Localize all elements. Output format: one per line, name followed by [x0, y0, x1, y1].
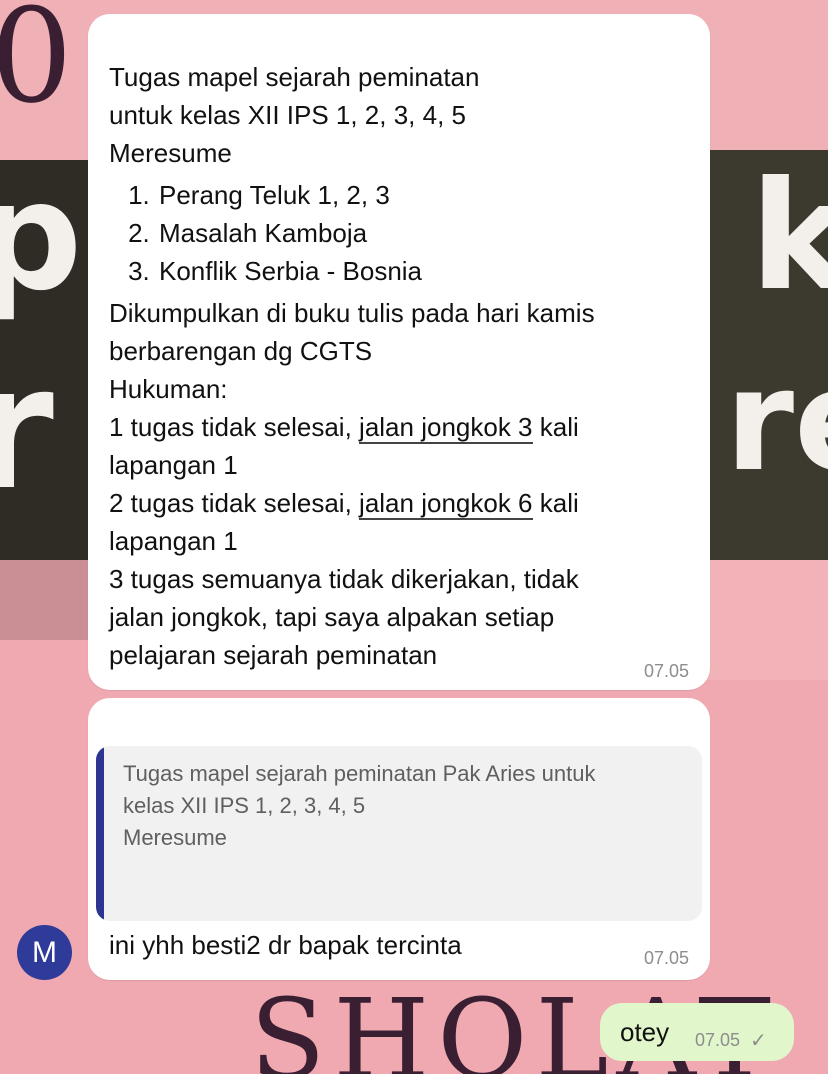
- incoming-message-bubble[interactable]: Tugas mapel sejarah peminatan untuk kela…: [88, 14, 710, 690]
- message-text: ini yhh besti2 dr bapak tercinta: [109, 930, 462, 960]
- wallpaper-paper: [700, 560, 828, 680]
- quote-bar: [96, 746, 104, 921]
- list-item: Perang Teluk 1, 2, 3: [157, 176, 690, 214]
- message-line: 2 tugas tidak selesai, jalan jongkok 6 k…: [109, 484, 690, 522]
- linked-phrase[interactable]: jalan jongkok 3: [359, 412, 533, 444]
- wallpaper-letter: r: [0, 330, 54, 528]
- message-line: untuk kelas XII IPS 1, 2, 3, 4, 5: [109, 100, 466, 130]
- quoted-line: Tugas mapel sejarah peminatan Pak Aries …: [123, 761, 596, 786]
- sender-avatar[interactable]: M: [17, 925, 72, 980]
- message-line: lapangan 1: [109, 450, 238, 480]
- linked-phrase[interactable]: jalan jongkok 6: [359, 488, 533, 520]
- quoted-message[interactable]: Tugas mapel sejarah peminatan Pak Aries …: [96, 746, 702, 921]
- outgoing-message-bubble[interactable]: otey 07.05 ✓: [600, 1003, 794, 1061]
- message-line: Hukuman:: [109, 374, 228, 404]
- message-time: 07.05: [643, 661, 689, 681]
- wallpaper-scribble: 0: [0, 0, 73, 132]
- message-line: lapangan 1: [109, 526, 238, 556]
- quoted-line: kelas XII IPS 1, 2, 3, 4, 5: [123, 793, 366, 818]
- message-line: berbarengan dg CGTS: [109, 336, 373, 366]
- wallpaper-letter: p: [0, 150, 83, 324]
- incoming-message-bubble[interactable]: Tugas mapel sejarah peminatan Pak Aries …: [88, 698, 710, 980]
- message-line: pelajaran sejarah peminatan: [109, 640, 438, 670]
- message-text: otey: [620, 1017, 670, 1047]
- message-time: 07.05: [643, 948, 689, 968]
- message-line: 1 tugas tidak selesai, jalan jongkok 3 k…: [109, 408, 690, 446]
- message-line: jalan jongkok, tapi saya alpakan setiap: [109, 602, 555, 632]
- wallpaper-letter: re: [725, 340, 828, 503]
- quoted-text: Tugas mapel sejarah peminatan Pak Aries …: [123, 758, 595, 854]
- line-text: kali: [532, 412, 579, 442]
- topic-list: Perang Teluk 1, 2, 3 Masalah Kamboja Kon…: [109, 176, 690, 290]
- message-line: Tugas mapel sejarah peminatan: [109, 62, 480, 92]
- single-check-icon: ✓: [750, 1030, 767, 1052]
- wallpaper-letter: k: [750, 150, 828, 324]
- message-line: Meresume: [109, 138, 232, 168]
- message-line: Dikumpulkan di buku tulis pada hari kami…: [109, 298, 595, 328]
- message-time: 07.05: [695, 1030, 741, 1050]
- quoted-line: Meresume: [123, 825, 227, 850]
- line-text: kali: [532, 488, 579, 518]
- line-text: 1 tugas tidak selesai,: [109, 412, 360, 442]
- list-item: Konflik Serbia - Bosnia: [157, 252, 690, 290]
- line-text: 2 tugas tidak selesai,: [109, 488, 360, 518]
- list-item: Masalah Kamboja: [157, 214, 690, 252]
- message-text: Tugas mapel sejarah peminatan untuk kela…: [109, 58, 690, 674]
- message-line: 3 tugas semuanya tidak dikerjakan, tidak: [109, 564, 579, 594]
